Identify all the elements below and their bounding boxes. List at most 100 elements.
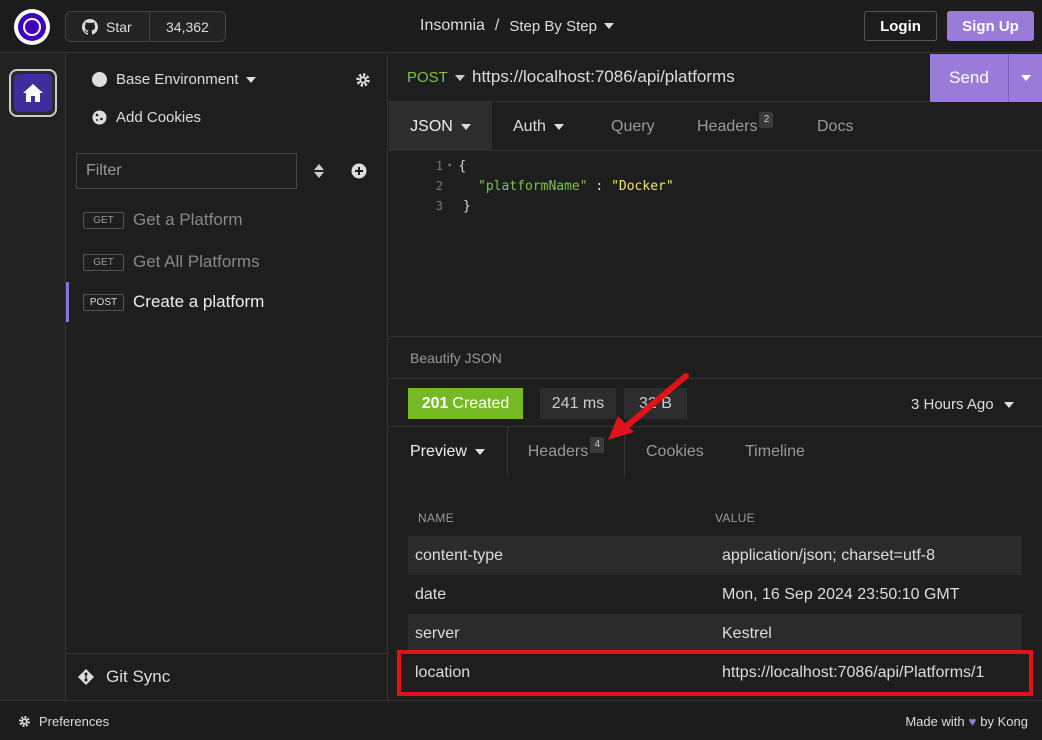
sort-icon[interactable]	[313, 163, 325, 183]
tab-timeline-label: Timeline	[745, 442, 805, 460]
header-value: application/json; charset=utf-8	[722, 546, 936, 564]
cookie-icon	[92, 110, 107, 125]
fold-icon[interactable]: ▾	[447, 161, 452, 179]
code-line: 1 ▾ {	[389, 159, 466, 179]
response-status-bar: 201 Created 241 ms 32 B 3 Hours Ago	[389, 378, 1042, 427]
add-request-icon[interactable]	[351, 163, 367, 183]
tab-body[interactable]: JSON	[389, 102, 492, 151]
star-count: 34,362	[166, 18, 209, 35]
request-item-create-a-platform[interactable]: POST Create a platform	[66, 282, 387, 322]
sidebar: Base Environment Add Cookies GET Get a P…	[66, 54, 388, 700]
column-value-header: VALUE	[715, 510, 755, 525]
line-number: 1	[435, 159, 443, 173]
add-cookies-button[interactable]: Add Cookies	[92, 109, 201, 126]
highlight-box-annotation	[397, 650, 1033, 696]
chevron-down-icon	[1003, 401, 1014, 408]
tab-docs-label: Docs	[817, 117, 854, 135]
chevron-down-icon	[553, 123, 564, 130]
tab-preview[interactable]: Preview	[410, 427, 485, 476]
tab-auth[interactable]: Auth	[513, 102, 564, 151]
insomnia-logo-icon[interactable]	[14, 9, 50, 45]
column-name-header: NAME	[418, 510, 454, 525]
tab-auth-label: Auth	[513, 117, 546, 135]
status-text: Created	[452, 394, 510, 412]
home-button[interactable]	[9, 69, 57, 117]
method-badge: GET	[83, 253, 124, 271]
environment-label: Base Environment	[116, 71, 239, 88]
breadcrumb-project[interactable]: Step By Step	[509, 18, 597, 35]
beautify-json-button[interactable]: Beautify JSON	[389, 336, 1042, 378]
git-icon	[78, 669, 94, 685]
table-row: server Kestrel	[408, 614, 1022, 653]
top-bar: Star 34,362 Insomnia / Step By Step Logi…	[0, 0, 1042, 53]
json-value: "Docker"	[611, 179, 674, 194]
by-kong-label: by Kong	[980, 714, 1028, 729]
left-rail	[0, 54, 66, 700]
chevron-down-icon	[460, 123, 471, 130]
chevron-down-icon	[245, 76, 256, 83]
star-label: Star	[106, 18, 132, 35]
filter-input[interactable]	[76, 153, 297, 189]
environment-selector[interactable]: Base Environment	[92, 71, 256, 88]
line-number: 2	[435, 179, 443, 193]
chevron-down-icon	[474, 448, 485, 455]
status-code: 201	[421, 394, 449, 412]
chevron-down-icon[interactable]	[603, 23, 614, 29]
github-icon	[82, 18, 98, 35]
json-key: "platformName"	[478, 179, 588, 194]
method-selector[interactable]: POST	[407, 69, 465, 86]
chevron-down-icon	[454, 74, 465, 81]
git-sync-button[interactable]: Git Sync	[66, 653, 387, 700]
request-name: Get a Platform	[133, 210, 243, 229]
send-button-group: Send	[930, 54, 1042, 102]
header-value: Kestrel	[722, 624, 772, 642]
table-row: content-type application/json; charset=u…	[408, 536, 1022, 575]
breadcrumb-separator: /	[494, 17, 500, 34]
send-button[interactable]: Send	[930, 54, 1008, 102]
request-item-get-all-platforms[interactable]: GET Get All Platforms	[66, 242, 387, 282]
tab-query[interactable]: Query	[611, 102, 655, 151]
login-button[interactable]: Login	[864, 11, 937, 41]
preferences-label: Preferences	[39, 714, 110, 729]
tab-timeline[interactable]: Timeline	[745, 427, 805, 476]
gear-icon	[19, 716, 30, 727]
tab-headers[interactable]: Headers 2	[697, 102, 774, 151]
footer: Preferences Made with ♥ by Kong	[0, 700, 1042, 740]
heart-icon: ♥	[968, 714, 977, 729]
table-header: NAME VALUE	[408, 499, 1022, 536]
made-with-kong[interactable]: Made with ♥ by Kong	[905, 714, 1028, 729]
url-input[interactable]: https://localhost:7086/api/platforms	[472, 67, 735, 87]
tab-docs[interactable]: Docs	[817, 102, 853, 151]
git-sync-label: Git Sync	[106, 667, 171, 686]
status-badge: 201 Created	[408, 388, 523, 419]
table-row: date Mon, 16 Sep 2024 23:50:10 GMT	[408, 575, 1022, 614]
breadcrumb-app[interactable]: Insomnia	[420, 17, 485, 35]
header-value: Mon, 16 Sep 2024 23:50:10 GMT	[722, 585, 960, 603]
time-ago-label: 3 Hours Ago	[911, 396, 994, 413]
header-name: date	[415, 585, 447, 603]
code-text: }	[463, 199, 471, 214]
made-with-label: Made with	[905, 714, 965, 729]
tab-headers-label: Headers	[697, 117, 758, 135]
gear-icon[interactable]	[355, 72, 371, 92]
header-name: server	[415, 624, 460, 642]
github-star-button[interactable]: Star 34,362	[65, 11, 226, 42]
header-name: content-type	[415, 546, 504, 564]
breadcrumb: Insomnia / Step By Step	[420, 17, 614, 35]
response-history-selector[interactable]: 3 Hours Ago	[911, 396, 1014, 413]
preferences-button[interactable]: Preferences	[18, 714, 109, 729]
code-line: 2 "platformName" : "Docker"	[389, 179, 674, 199]
json-body-editor[interactable]: 1 ▾ { 2 "platformName" : "Docker" 3 }	[389, 152, 1042, 336]
url-bar: POST https://localhost:7086/api/platform…	[389, 54, 1042, 102]
tab-preview-label: Preview	[410, 442, 467, 460]
line-number: 3	[435, 199, 443, 213]
red-arrow-annotation	[608, 373, 689, 440]
request-item-get-a-platform[interactable]: GET Get a Platform	[66, 200, 387, 240]
tab-body-label: JSON	[410, 117, 453, 135]
request-name: Create a platform	[133, 292, 265, 311]
method-badge: POST	[83, 293, 124, 311]
send-options-button[interactable]	[1008, 54, 1042, 102]
signup-button[interactable]: Sign Up	[947, 11, 1034, 41]
method-label: POST	[407, 69, 448, 86]
method-badge: GET	[83, 211, 124, 229]
